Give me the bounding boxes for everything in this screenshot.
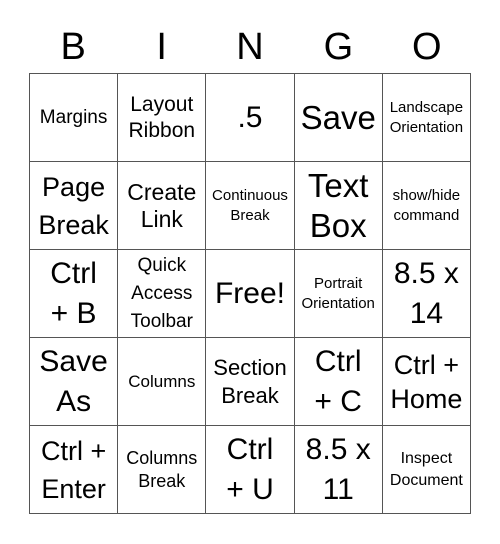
bingo-cell[interactable]: Create Link xyxy=(118,162,207,250)
bingo-cell[interactable]: Layout Ribbon xyxy=(118,74,207,162)
bingo-cell[interactable]: Ctrl + B xyxy=(30,250,119,338)
cell-text: Save As xyxy=(39,344,108,418)
cell-text: Ctrl + Home xyxy=(390,349,463,414)
bingo-cell[interactable]: Ctrl + Enter xyxy=(30,426,119,514)
cell-text: Columns xyxy=(128,371,196,391)
bingo-cell[interactable]: Landscape Orientation xyxy=(382,74,471,162)
cell-text: .5 xyxy=(237,100,263,134)
bingo-cell[interactable]: Ctrl + U xyxy=(206,426,295,514)
bingo-cell[interactable]: Margins xyxy=(30,74,119,162)
cell-text: show/hide command xyxy=(392,186,461,224)
header-letter-n: N xyxy=(236,26,264,68)
bingo-cell[interactable]: Save As xyxy=(30,338,119,426)
bingo-cell[interactable]: show/hide command xyxy=(382,162,471,250)
cell-text: Save xyxy=(300,98,376,136)
bingo-cell[interactable]: Continuous Break xyxy=(206,162,295,250)
cell-text: Ctrl + Enter xyxy=(40,435,107,504)
cell-text: Page Break xyxy=(38,171,109,240)
cell-text: 8.5 x 11 xyxy=(305,432,371,506)
bingo-cell[interactable]: Ctrl + Home xyxy=(382,338,471,426)
free-space-cell[interactable]: Free! xyxy=(206,250,295,338)
header-letter-g: G xyxy=(323,26,354,68)
bingo-cell[interactable]: Section Break xyxy=(206,338,295,426)
cell-text: Free! xyxy=(214,276,285,310)
cell-text: Continuous Break xyxy=(212,186,288,224)
bingo-cell[interactable]: Save xyxy=(294,74,383,162)
cell-text: 8.5 x 14 xyxy=(393,256,459,330)
bingo-header: B I N G O xyxy=(29,22,471,72)
cell-text: Portrait Orientation xyxy=(301,274,375,312)
cell-text: Inspect Document xyxy=(389,449,463,489)
bingo-cell[interactable]: Quick Access Toolbar xyxy=(118,250,207,338)
header-letter-i: I xyxy=(156,26,167,68)
bingo-cell[interactable]: Columns xyxy=(118,338,207,426)
cell-text: Section Break xyxy=(213,354,287,408)
bingo-cell[interactable]: Text Box xyxy=(294,162,383,250)
bingo-cell[interactable]: .5 xyxy=(206,74,295,162)
bingo-grid: Margins Layout Ribbon .5 Save Landscape … xyxy=(29,73,471,514)
bingo-cell[interactable]: Inspect Document xyxy=(382,426,471,514)
cell-text: Ctrl + B xyxy=(50,256,97,330)
bingo-cell[interactable]: 8.5 x 11 xyxy=(294,426,383,514)
cell-text: Layout Ribbon xyxy=(128,92,196,142)
cell-text: Ctrl + C xyxy=(314,344,362,418)
cell-text: Text Box xyxy=(307,166,369,244)
header-letter-b: B xyxy=(60,26,86,68)
cell-text: Quick Access Toolbar xyxy=(130,254,193,332)
cell-text: Create Link xyxy=(127,178,197,232)
cell-text: Columns Break xyxy=(126,447,198,491)
bingo-cell[interactable]: Columns Break xyxy=(118,426,207,514)
cell-text: Ctrl + U xyxy=(226,432,274,506)
bingo-cell[interactable]: 8.5 x 14 xyxy=(382,250,471,338)
bingo-cell[interactable]: Page Break xyxy=(30,162,119,250)
bingo-cell[interactable]: Ctrl + C xyxy=(294,338,383,426)
cell-text: Margins xyxy=(39,107,108,128)
header-letter-o: O xyxy=(412,26,442,68)
cell-text: Landscape Orientation xyxy=(389,98,464,136)
bingo-cell[interactable]: Portrait Orientation xyxy=(294,250,383,338)
